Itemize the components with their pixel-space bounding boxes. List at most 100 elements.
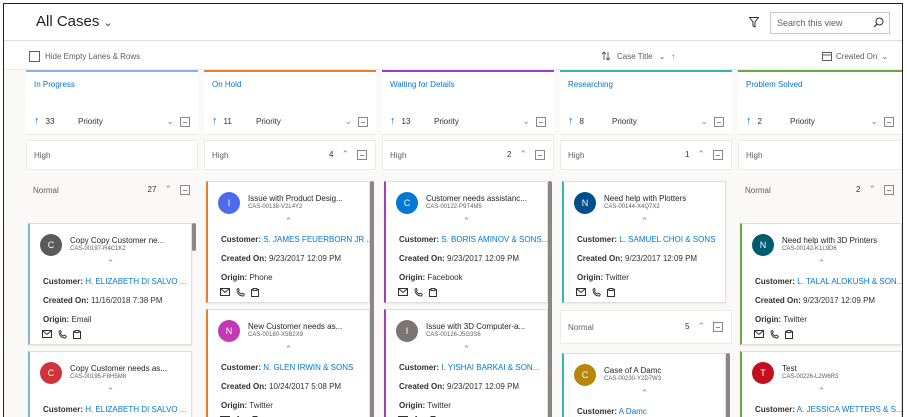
phone-icon[interactable] bbox=[592, 288, 601, 297]
chevron-up-icon[interactable]: ⌃ bbox=[564, 388, 725, 399]
case-card[interactable]: T Test CAS-00226-L2W6R3 ⌃ Customer: A. J… bbox=[740, 351, 902, 417]
chevron-down-icon[interactable]: ⌄ bbox=[344, 116, 352, 127]
lane-sort-field[interactable]: Priority bbox=[256, 117, 281, 126]
case-card[interactable]: C Customer needs assistanc... CAS-00122-… bbox=[384, 181, 548, 303]
email-icon[interactable] bbox=[42, 330, 52, 338]
customer-link[interactable]: H. ELIZABETH DI SALVO ... bbox=[85, 405, 186, 414]
chevron-up-icon[interactable]: ⌃ bbox=[386, 216, 547, 227]
email-icon[interactable] bbox=[220, 288, 230, 296]
customer-link[interactable]: L. SAMUEL CHOI & SONS bbox=[619, 235, 715, 244]
lane-scrollbar[interactable] bbox=[192, 223, 196, 251]
chevron-up-icon[interactable]: ⌃ bbox=[30, 258, 191, 269]
chevron-up-icon[interactable]: ⌃ bbox=[208, 216, 369, 227]
chevron-up-icon[interactable]: ⌃ bbox=[697, 321, 705, 332]
chevron-up-icon[interactable]: ⌃ bbox=[868, 184, 876, 195]
case-card[interactable]: C Case of A Damc CAS-00230-Y2D7W3 ⌃ Cust… bbox=[562, 353, 726, 417]
task-icon[interactable] bbox=[251, 288, 259, 297]
case-card[interactable]: I Issue with Product Desig... CAS-00138-… bbox=[206, 181, 371, 303]
customer-link[interactable]: A. JESSICA WETTERS & S... bbox=[797, 405, 902, 414]
collapse-icon[interactable] bbox=[180, 116, 190, 127]
phone-icon[interactable] bbox=[236, 288, 245, 297]
lane-scrollbar[interactable] bbox=[370, 181, 374, 417]
chevron-up-icon[interactable]: ⌃ bbox=[208, 344, 369, 355]
case-card[interactable]: N New Customer needs as... CAS-00180-X5B… bbox=[206, 309, 370, 417]
customer-link[interactable]: N. GLEN IRWIN & SONS bbox=[263, 363, 353, 372]
task-icon[interactable] bbox=[73, 330, 81, 339]
card-title[interactable]: Copy Copy Customer ne... bbox=[70, 236, 164, 245]
customer-link[interactable]: H. ELIZABETH DI SALVO ... bbox=[85, 277, 186, 286]
phone-icon[interactable] bbox=[414, 288, 423, 297]
lane-sort-field[interactable]: Priority bbox=[790, 117, 815, 126]
chevron-up-icon[interactable]: ⌃ bbox=[742, 386, 901, 397]
collapse-icon[interactable] bbox=[357, 149, 367, 160]
view-selector[interactable]: All Cases ⌄ bbox=[36, 13, 113, 30]
lane-sort-field[interactable]: Priority bbox=[434, 117, 459, 126]
card-title[interactable]: Issue with 3D Computer-a... bbox=[426, 322, 525, 331]
arrow-up-icon[interactable]: ↑ bbox=[568, 115, 574, 127]
chevron-up-icon[interactable]: ⌃ bbox=[519, 149, 527, 160]
arrow-up-icon[interactable]: ↑ bbox=[746, 115, 752, 127]
lane-scrollbar[interactable] bbox=[548, 181, 552, 417]
case-card[interactable]: N Need help with 3D Printers CAS-00142-K… bbox=[740, 223, 902, 345]
collapse-icon[interactable] bbox=[358, 116, 368, 127]
card-title[interactable]: Customer needs assistanc... bbox=[426, 194, 527, 203]
phone-icon[interactable] bbox=[58, 330, 67, 339]
email-icon[interactable] bbox=[576, 288, 586, 296]
collapse-icon[interactable] bbox=[884, 116, 894, 127]
customer-link[interactable]: L. TALAL ALOKUSH & SON... bbox=[797, 277, 902, 286]
customer-link[interactable]: S. BORIS AMINOV & SONS... bbox=[441, 235, 548, 244]
sort-direction-icon[interactable]: ↑ bbox=[671, 52, 675, 61]
collapse-icon[interactable] bbox=[180, 184, 190, 195]
card-title[interactable]: Test bbox=[782, 364, 797, 373]
case-card[interactable]: C Copy Customer needs as... CAS-00195-F8… bbox=[28, 351, 192, 417]
collapse-icon[interactable] bbox=[713, 149, 723, 160]
chevron-down-icon[interactable]: ⌄ bbox=[166, 116, 174, 127]
hide-empty-checkbox[interactable] bbox=[29, 51, 40, 62]
filter-icon[interactable] bbox=[748, 15, 760, 33]
chevron-up-icon[interactable]: ⌃ bbox=[564, 216, 725, 227]
case-card[interactable]: C Copy Copy Customer ne... CAS-00197-R4C… bbox=[28, 223, 192, 345]
search-input[interactable]: Search this view bbox=[770, 12, 890, 34]
lane-sort-field[interactable]: Priority bbox=[78, 117, 103, 126]
search-icon[interactable] bbox=[873, 17, 884, 30]
phone-icon[interactable] bbox=[770, 330, 779, 339]
chevron-up-icon[interactable]: ⌃ bbox=[697, 149, 705, 160]
task-icon[interactable] bbox=[429, 288, 437, 297]
collapse-icon[interactable] bbox=[713, 321, 723, 332]
task-icon[interactable] bbox=[785, 330, 793, 339]
chevron-down-icon[interactable]: ⌄ bbox=[870, 116, 878, 127]
card-title[interactable]: Case of A Damc bbox=[604, 366, 661, 375]
card-title[interactable]: Need help with 3D Printers bbox=[782, 236, 877, 245]
task-icon[interactable] bbox=[607, 288, 615, 297]
card-title[interactable]: New Customer needs as... bbox=[248, 322, 342, 331]
card-title[interactable]: Issue with Product Desig... bbox=[248, 194, 343, 203]
lane-scrollbar[interactable] bbox=[726, 353, 730, 417]
chevron-up-icon[interactable]: ⌃ bbox=[164, 184, 172, 195]
arrow-up-icon[interactable]: ↑ bbox=[390, 115, 396, 127]
customer-link[interactable]: A Damc bbox=[619, 407, 647, 416]
sort-control[interactable]: Case Title ⌄ ↑ bbox=[601, 51, 675, 61]
chevron-up-icon[interactable]: ⌃ bbox=[30, 386, 191, 397]
chevron-down-icon[interactable]: ⌄ bbox=[522, 116, 530, 127]
collapse-icon[interactable] bbox=[536, 116, 546, 127]
chevron-up-icon[interactable]: ⌃ bbox=[742, 258, 901, 269]
card-title[interactable]: Need help with Plotters bbox=[604, 194, 686, 203]
case-card[interactable]: I Issue with 3D Computer-a... CAS-00126-… bbox=[384, 309, 548, 417]
case-card[interactable]: N Need help with Plotters CAS-00144-X4Q7… bbox=[562, 181, 726, 303]
email-icon[interactable] bbox=[398, 288, 408, 296]
collapse-icon[interactable] bbox=[884, 184, 894, 195]
arrow-up-icon[interactable]: ↑ bbox=[34, 115, 40, 127]
card-title[interactable]: Copy Customer needs as... bbox=[70, 364, 167, 373]
arrow-up-icon[interactable]: ↑ bbox=[212, 115, 218, 127]
customer-link[interactable]: S. JAMES FEUERBORN JR ... bbox=[263, 235, 371, 244]
chevron-up-icon[interactable]: ⌃ bbox=[386, 344, 547, 355]
date-field-control[interactable]: Created On ⌄ bbox=[822, 51, 888, 61]
collapse-icon[interactable] bbox=[714, 116, 724, 127]
collapse-icon[interactable] bbox=[535, 149, 545, 160]
chevron-down-icon[interactable]: ⌄ bbox=[700, 116, 708, 127]
chevron-up-icon[interactable]: ⌃ bbox=[341, 149, 349, 160]
lane-on-hold: On Hold ↑ 11 Priority ⌄ High 4 ⌃ I Issue w… bbox=[204, 70, 376, 417]
email-icon[interactable] bbox=[754, 330, 764, 338]
lane-sort-field[interactable]: Priority bbox=[612, 117, 637, 126]
customer-link[interactable]: I. YISHAI BARKAI & SON... bbox=[441, 363, 539, 372]
